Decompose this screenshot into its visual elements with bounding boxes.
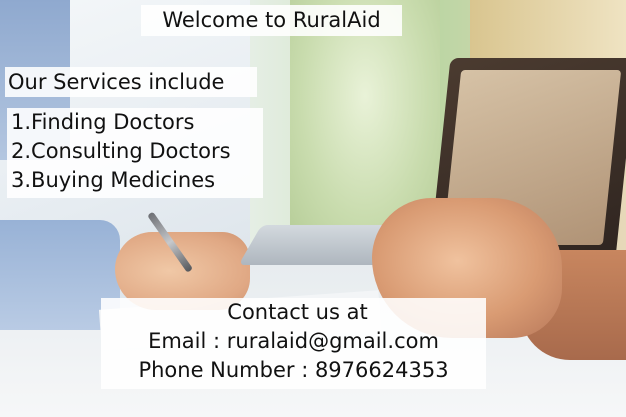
welcome-title: Welcome to RuralAid <box>141 5 402 36</box>
services-heading: Our Services include <box>5 67 257 97</box>
background-wall <box>470 0 626 60</box>
contact-heading: Contact us at <box>227 300 368 324</box>
services-list: 1.Finding Doctors 2.Consulting Doctors 3… <box>7 108 263 198</box>
contact-email: Email : ruralaid@gmail.com <box>148 329 439 353</box>
contact-phone: Phone Number : 8976624353 <box>138 358 449 382</box>
service-item-finding-doctors: 1.Finding Doctors <box>11 110 195 134</box>
service-item-consulting-doctors: 2.Consulting Doctors <box>11 139 231 163</box>
service-item-buying-medicines: 3.Buying Medicines <box>11 168 216 192</box>
contact-box: Contact us at Email : ruralaid@gmail.com… <box>101 298 486 389</box>
